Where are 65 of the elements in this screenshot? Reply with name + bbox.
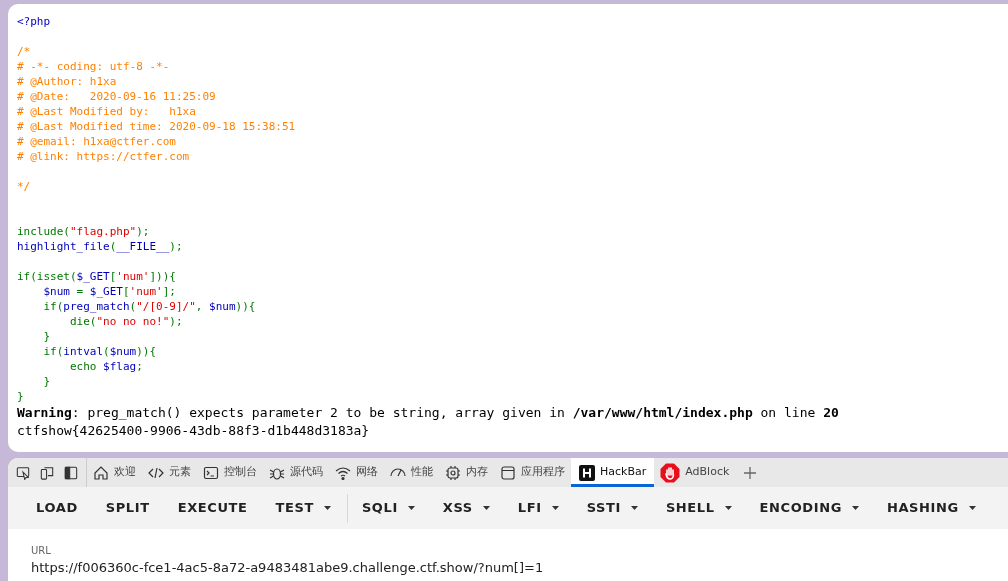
code-line: if(intval($num)){ [42,344,157,359]
caret-icon [407,506,415,510]
code-line: } [42,329,51,344]
toolbar-button[interactable]: XSS [428,493,504,523]
console-icon [203,464,219,481]
inspect-icon[interactable] [16,465,30,480]
code-line: <?php [17,14,51,29]
toolbar-button[interactable]: SQLI [346,493,429,523]
code-line: } [17,389,24,404]
caret-icon [482,506,490,510]
toolbar-button[interactable]: EXECUTE [163,493,262,523]
devtools-tab[interactable]: AdBlock [654,458,736,487]
code-line: include("flag.php"); [17,224,150,239]
toolbar-button[interactable]: TEST [261,493,345,523]
devtools-tab[interactable]: 内存 [439,458,494,487]
devtools-tab[interactable]: 性能 [384,458,439,487]
code-line: # -*- coding: utf-8 -*- [17,59,170,74]
add-icon[interactable] [743,465,758,480]
toolbar-button[interactable]: SHELL [651,493,746,523]
code-line: if(preg_match("/[0-9]/", $num)){ [42,299,256,314]
code-line: # @Author: h1xa [17,74,117,89]
code-line: # @Last Modified time: 2020-09-18 15:38:51 [17,119,296,134]
code-line: # @link: https://ctfer.com [17,149,190,164]
code-line: if(isset($_GET['num'])){ [17,269,176,284]
devtools-tab[interactable]: 元素 [142,458,197,487]
code-line: /* [17,44,31,59]
toolbar-button[interactable]: HASHING [872,493,990,523]
toolbar-button[interactable]: LOAD [22,493,92,523]
caret-icon [968,506,976,510]
devtools-tab[interactable]: 欢迎 [87,458,142,487]
code-line: echo $flag; [68,359,143,374]
devtools-tab[interactable]: HackBar [571,458,655,487]
warning-message: Warning: preg_match() expects parameter 2 to be string, array given in /var/www/html/index.php on line 20 [17,404,839,422]
flag-output: ctfshow{42625400-9906-43db-88f3-d1b448d3183a} [17,422,370,440]
stop-hand-icon [660,462,681,483]
devtools-tab[interactable]: 源代码 [263,458,329,487]
code-line: $num = $_GET['num']; [42,284,176,299]
caret-icon [724,506,732,510]
device-icon[interactable] [40,465,54,480]
home-icon [93,464,109,481]
wifi-icon [335,464,351,481]
code-line: } [42,374,51,389]
toolbar-button[interactable]: SPLIT [91,493,164,523]
url-label: URL [31,544,51,558]
toolbar-button[interactable]: LFI [503,493,573,523]
caret-icon [551,506,559,510]
code-line: # @Date: 2020-09-16 11:25:09 [17,89,216,104]
code-line: */ [17,179,31,194]
devtools-tab[interactable]: 控制台 [197,458,263,487]
window-icon [500,464,516,481]
toolbar-button[interactable]: SSTI [572,493,652,523]
caret-icon [851,506,859,510]
dock-icon[interactable] [64,465,78,480]
toolbar-button[interactable]: ENCODING [745,493,873,523]
code-line: # @Last Modified by: h1xa [17,104,196,119]
code-line: die("no no no!"); [68,314,183,329]
code-line: # @email: h1xa@ctfer.com [17,134,176,149]
code-line: highlight_file(__FILE__); [17,239,183,254]
caret-icon [323,506,331,510]
url-field[interactable]: https://f006360c-fce1-4ac5-8a72-a9483481abe9.challenge.ctf.show/?num[]=1 [31,558,991,578]
caret-icon [630,506,638,510]
devtools-tab[interactable]: 应用程序 [494,458,571,487]
chip-icon [445,464,461,481]
devtools-tab[interactable]: 网络 [329,458,384,487]
hackbar-logo-icon [579,464,595,481]
